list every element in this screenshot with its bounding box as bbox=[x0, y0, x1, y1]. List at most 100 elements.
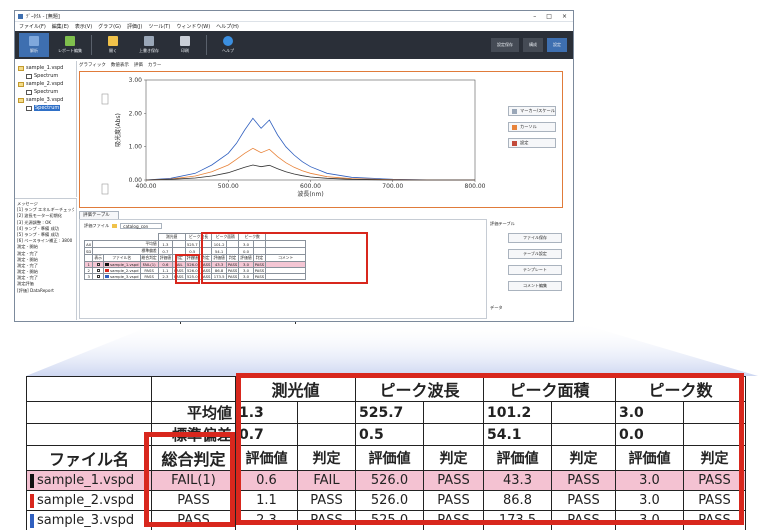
eval-side-title: 評価テーブル bbox=[490, 221, 515, 226]
spectrum-icon bbox=[26, 73, 32, 79]
judgment-cell: PASS bbox=[423, 490, 484, 511]
cursor-button[interactable]: カーソル bbox=[508, 122, 556, 132]
marker-scale-button[interactable]: マーカー/スケール bbox=[508, 106, 556, 116]
highlight-box bbox=[201, 232, 368, 284]
value-cell: 0.6 bbox=[235, 470, 298, 491]
mini-stat-label: 標準偏差 bbox=[92, 247, 159, 255]
spectrum-chart[interactable]: 0.001.002.003.00400.00 500.00 600.00 700.00… bbox=[80, 72, 500, 207]
folder-icon bbox=[108, 36, 118, 46]
mini-stat-label: 平均値 bbox=[92, 240, 159, 248]
tree-item-spectrum[interactable]: Spectrum bbox=[18, 72, 73, 80]
header-value: 評価値 bbox=[615, 445, 684, 471]
configuration-button[interactable]: 構成 bbox=[523, 38, 543, 52]
open-button[interactable]: 開く bbox=[98, 33, 128, 57]
group-header-peak-count: ピーク数 bbox=[615, 376, 746, 402]
mini-header: 評価値 bbox=[157, 254, 174, 262]
value-cell: 2.3 bbox=[235, 510, 298, 530]
zoomed-eval-table: 測光値 ピーク波長 ピーク面積 ピーク数 平均値 1.3 525.7 101.2… bbox=[26, 373, 752, 530]
display-checkbox[interactable] bbox=[96, 275, 100, 278]
analysis-button[interactable]: 解析 bbox=[19, 33, 49, 57]
settings-label: 設定 bbox=[553, 42, 561, 47]
message-line: [評価] DataReport bbox=[17, 287, 54, 293]
display-checkbox[interactable] bbox=[96, 269, 100, 272]
file-name: sample_2.vspd bbox=[37, 493, 135, 508]
judgment-cell: FAIL bbox=[297, 470, 356, 491]
save-settings-button[interactable]: 設定保存 bbox=[491, 38, 519, 52]
help-label: ヘルプ bbox=[222, 48, 234, 53]
mini-file-name: sample_3.vspd bbox=[110, 274, 139, 279]
spectrum-series-line bbox=[145, 164, 475, 181]
tree-item-spectrum-selected[interactable]: Spectrum bbox=[18, 104, 73, 112]
help-button[interactable]: ヘルプ bbox=[213, 33, 243, 57]
y-tick-label: 2.00 bbox=[129, 110, 143, 117]
settings-button[interactable]: 設定 bbox=[547, 38, 567, 52]
group-header-photometric: 測光値 bbox=[235, 376, 356, 402]
value-cell: 43.3 bbox=[483, 470, 552, 491]
table-settings-button[interactable]: テーブル設定 bbox=[508, 249, 562, 259]
ribbon-toolbar: 解析 レポート編集 開く 上書き保存 印刷 ヘルプ 設定保存 構成 設定 bbox=[15, 31, 573, 59]
template-button[interactable]: テンプレート bbox=[508, 265, 562, 275]
tab-color[interactable]: カラー bbox=[148, 62, 162, 70]
overall-judgment: PASS bbox=[151, 490, 236, 511]
std-photometric: 0.7 bbox=[235, 423, 298, 446]
menu-help[interactable]: ヘルプ(H) bbox=[216, 23, 239, 30]
tree-item-sample-1[interactable]: sample_1.vspd bbox=[18, 64, 73, 72]
display-checkbox[interactable] bbox=[96, 263, 100, 266]
minimize-button[interactable]: – bbox=[533, 13, 536, 20]
menu-evaluate[interactable]: 評価(J) bbox=[127, 23, 142, 30]
save-button[interactable]: 上書き保存 bbox=[134, 33, 164, 57]
mean-peak-wavelength: 525.7 bbox=[355, 401, 424, 424]
std-peak-count: 0.0 bbox=[615, 423, 684, 446]
file-save-button[interactable]: ファイル保存 bbox=[508, 233, 562, 243]
std-peak-area: 54.1 bbox=[483, 423, 552, 446]
title-bar: ﾃﾞｰﾀｸﾙ - [無題] – □ × bbox=[15, 11, 573, 22]
close-button[interactable]: × bbox=[562, 13, 567, 20]
maximize-button[interactable]: □ bbox=[546, 13, 552, 20]
analysis-icon bbox=[29, 36, 39, 46]
menu-file[interactable]: ファイル(F) bbox=[19, 23, 46, 30]
header-value: 評価値 bbox=[235, 445, 298, 471]
value-cell: 86.8 bbox=[483, 490, 552, 511]
menu-tools[interactable]: ツール(T) bbox=[148, 23, 170, 30]
series-color-swatch bbox=[30, 513, 34, 528]
tab-eval-table[interactable]: 評価テーブル bbox=[79, 211, 119, 219]
eval-file-input[interactable]: catalog_con bbox=[120, 223, 163, 229]
menu-edit[interactable]: 編集(E) bbox=[52, 23, 69, 30]
menu-window[interactable]: ウィンドウ(W) bbox=[176, 23, 210, 30]
gear-icon bbox=[512, 140, 517, 146]
x-tick-label: 600.00 bbox=[300, 183, 321, 190]
mini-header: 総合判定 bbox=[139, 254, 159, 262]
menu-graph[interactable]: グラフ(G) bbox=[98, 23, 121, 30]
menu-bar: ファイル(F) 編集(E) 表示(V) グラフ(G) 評価(J) ツール(T) … bbox=[15, 22, 573, 31]
comment-edit-button[interactable]: コメント編集 bbox=[508, 281, 562, 291]
file-name: sample_1.vspd bbox=[37, 473, 135, 488]
tree-item-sample-3[interactable]: sample_3.vspd bbox=[18, 96, 73, 104]
graph-settings-button[interactable]: 設定 bbox=[508, 138, 556, 148]
tab-graphic[interactable]: グラフィック bbox=[79, 62, 106, 70]
tab-evaluation[interactable]: 評価 bbox=[134, 62, 143, 70]
menu-view[interactable]: 表示(V) bbox=[75, 23, 92, 30]
cursor-icon bbox=[512, 124, 517, 130]
report-edit-button[interactable]: レポート編集 bbox=[55, 33, 85, 57]
folder-icon bbox=[18, 65, 24, 71]
folder-icon[interactable] bbox=[112, 224, 118, 228]
tab-numeric[interactable]: 数値表示 bbox=[111, 62, 129, 70]
table-row[interactable]: sample_1.vspd FAIL(1) 0.6 FAIL 526.0 PAS… bbox=[26, 470, 746, 491]
value-cell: 3.0 bbox=[615, 510, 684, 530]
judgment-cell: PASS bbox=[683, 490, 746, 511]
table-row[interactable]: sample_3.vspd PASS 2.3 PASS 525.0 PASS 1… bbox=[26, 510, 746, 530]
table-row[interactable]: sample_2.vspd PASS 1.1 PASS 526.0 PASS 8… bbox=[26, 490, 746, 511]
mini-cell: FAIL(1) bbox=[139, 261, 159, 268]
tree-item-spectrum[interactable]: Spectrum bbox=[18, 88, 73, 96]
eval-file-label: 評価ファイル bbox=[84, 223, 110, 228]
header-overall-judgment: 総合判定 bbox=[151, 445, 236, 471]
graph-settings-label: 設定 bbox=[520, 140, 529, 145]
print-button[interactable]: 印刷 bbox=[170, 33, 200, 57]
std-peak-wavelength: 0.5 bbox=[355, 423, 424, 446]
save-settings-label: 設定保存 bbox=[497, 42, 513, 47]
header-judgment: 判定 bbox=[551, 445, 616, 471]
spectrum-graph-panel: 0.00 1.00 2.00 3.00 400.00 500.00 600.00 700.00… bbox=[79, 71, 563, 208]
mini-file-name: sample_1.vspd bbox=[110, 262, 139, 267]
tree-item-sample-2[interactable]: sample_2.vspd bbox=[18, 80, 73, 88]
eval-table: 測光値 ピーク波長 ピーク面積 ピーク数 平均値 1.3 525.7 101.2… bbox=[26, 376, 746, 530]
